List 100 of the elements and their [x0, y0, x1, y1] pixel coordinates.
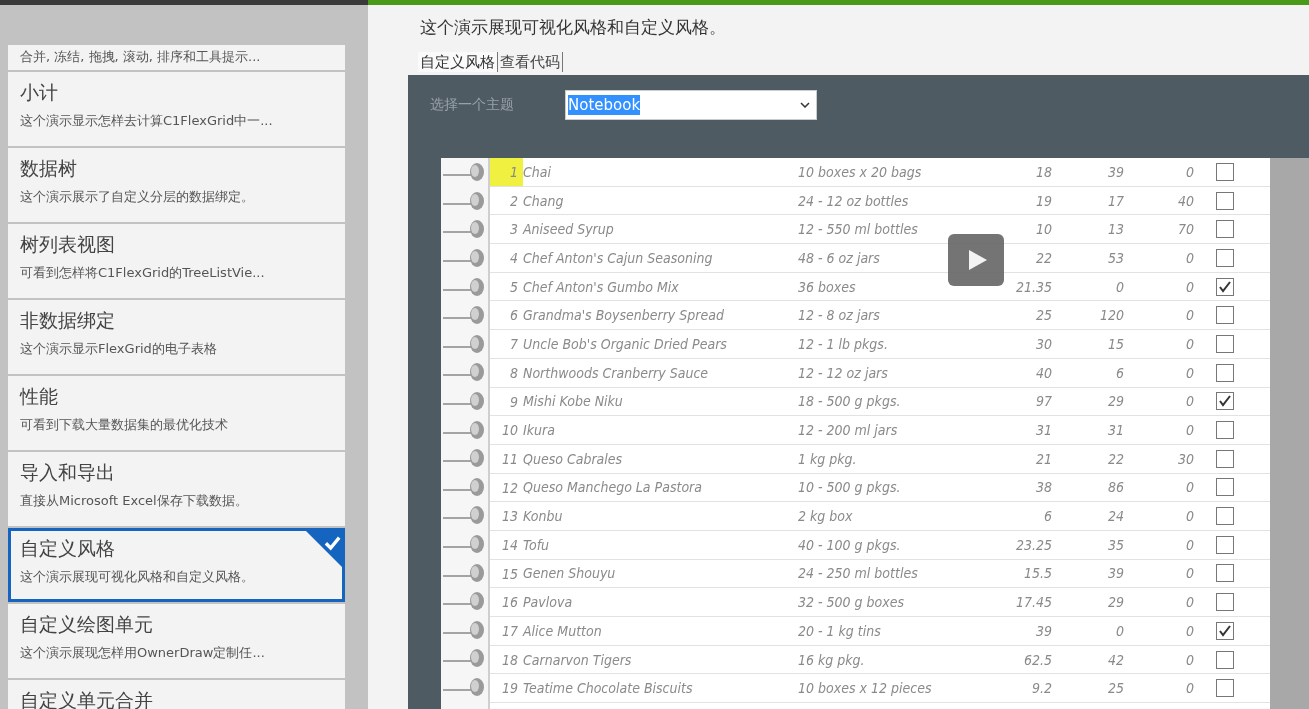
tab[interactable]: 查看代码 [498, 51, 563, 72]
table-cell: 12 - 1 lb pkgs. [798, 335, 888, 352]
checkbox[interactable] [1216, 679, 1234, 698]
row-number: 19 [500, 679, 519, 699]
checkbox[interactable] [1216, 478, 1234, 497]
sidebar-item[interactable]: 树列表视图 可看到怎样将C1FlexGrid的TreeListVie... [8, 223, 345, 298]
table-cell-text: 0 [1115, 622, 1124, 639]
table-cell-text: 97 [1034, 393, 1052, 410]
table-cell-text: 39 [1106, 565, 1124, 582]
checkbox[interactable] [1216, 449, 1234, 468]
table-cell-text: 30 [1034, 335, 1052, 352]
table-cell-text: Alice Mutton [523, 622, 603, 639]
checkmark-icon [305, 529, 343, 568]
table-cell-text: 0 [1185, 508, 1194, 525]
checkbox[interactable] [1216, 162, 1234, 181]
checkbox[interactable] [1216, 363, 1234, 382]
table-cell-text: 0 [1185, 278, 1194, 295]
checkbox[interactable] [1216, 535, 1234, 554]
row-number: 4 [509, 249, 519, 269]
table-cell-text: 24 [1106, 508, 1124, 525]
sidebar-item[interactable]: 导入和导出 直接从Microsoft Excel保存下载数据。 [8, 451, 345, 526]
checkbox[interactable] [1216, 306, 1234, 325]
checkbox[interactable] [1216, 191, 1234, 210]
row-number: 12 [500, 478, 519, 498]
table-cell-text: 6 [1043, 508, 1052, 525]
row-number: 7 [509, 335, 519, 355]
table-cell-text: 70 [1176, 221, 1194, 238]
table-cell-text: 0 [1185, 422, 1194, 439]
table-cell: 16 kg pkg. [798, 651, 865, 668]
play-button[interactable] [948, 234, 1004, 286]
table-cell-text: 15 [1106, 335, 1124, 352]
sidebar-item[interactable]: 性能 可看到下载大量数据集的最优化技术 [8, 375, 345, 450]
table-cell: 48 - 6 oz jars [798, 249, 880, 266]
table-cell-text: Chai [523, 163, 552, 180]
checkbox[interactable] [1216, 248, 1234, 267]
item-description: 这个演示展示了自定义分层的数据绑定。 [20, 187, 255, 206]
sidebar-item[interactable]: 非数据绑定 这个演示显示FlexGrid的电子表格 [8, 299, 345, 374]
table-cell-text: Teatime Chocolate Biscuits [523, 680, 694, 697]
table-cell-text: 0 [1115, 278, 1124, 295]
table-cell-text: 21 [1034, 450, 1052, 467]
checkbox[interactable] [1216, 334, 1234, 353]
checkbox[interactable] [1216, 621, 1234, 640]
table-cell: 36 boxes [798, 278, 856, 295]
sidebar-item[interactable]: 合并, 冻结, 拖拽, 滚动, 排序和工具提示... [8, 44, 345, 70]
table-cell-text: Pavlova [523, 594, 574, 611]
table-cell: 12 - 8 oz jars [798, 307, 880, 324]
table-cell-text: 29 [1106, 594, 1124, 611]
table-cell-text: 0 [1185, 479, 1194, 496]
item-description: 这个演示展现怎样用OwnerDraw定制任... [20, 643, 266, 662]
table-cell-text: Aniseed Syrup [523, 221, 615, 238]
table-cell-text: 25 [1034, 307, 1052, 324]
row-number: 8 [509, 363, 519, 383]
table-cell-text: 0 [1185, 364, 1194, 381]
table-cell-text: 19 [1034, 192, 1052, 209]
table-cell: 10 - 500 g pkgs. [798, 479, 901, 496]
item-title: 非数据绑定 [20, 307, 115, 333]
sidebar-item[interactable]: 小计 这个演示显示怎样去计算C1FlexGrid中一... [8, 71, 345, 146]
sidebar-item[interactable]: 数据树 这个演示展示了自定义分层的数据绑定。 [8, 147, 345, 222]
row-number: 13 [500, 507, 519, 527]
checkbox[interactable] [1216, 392, 1234, 411]
table-cell-text: 10 [1034, 221, 1052, 238]
table-cell-text: Chef Anton's Cajun Seasoning [523, 249, 714, 266]
row-number: 5 [509, 277, 519, 297]
table-cell-text: 15.5 [1022, 565, 1052, 582]
table-cell-text: 0 [1185, 622, 1194, 639]
table-cell-text: 35 [1106, 536, 1124, 553]
table-cell-text: 23.25 [1014, 536, 1052, 553]
table-cell: 12 - 550 ml bottles [798, 221, 918, 238]
checkbox[interactable] [1216, 593, 1234, 612]
row-number: 18 [500, 650, 519, 670]
table-cell-text: 21.35 [1014, 278, 1052, 295]
table-cell: 2 kg box [798, 508, 853, 525]
row-number: 15 [500, 564, 519, 584]
checkbox[interactable] [1216, 220, 1234, 239]
table-cell-text: 17 [1106, 192, 1124, 209]
table-cell-text: 0 [1185, 536, 1194, 553]
row-number: 2 [509, 191, 519, 211]
item-title: 自定义风格 [20, 535, 115, 561]
item-description: 这个演示显示FlexGrid的电子表格 [20, 339, 218, 358]
table-cell-text: 18 [1034, 163, 1052, 180]
checkbox[interactable] [1216, 650, 1234, 669]
row-number: 11 [500, 449, 519, 469]
table-cell: 12 - 12 oz jars [798, 364, 888, 381]
sidebar-item[interactable]: 自定义单元合并 [8, 679, 345, 709]
tab[interactable]: 自定义风格 [418, 51, 498, 72]
row-number: 9 [509, 392, 519, 412]
sidebar-item[interactable]: 自定义绘图单元 这个演示展现怎样用OwnerDraw定制任... [8, 603, 345, 678]
checkbox[interactable] [1216, 564, 1234, 583]
table-cell-text: 53 [1106, 249, 1124, 266]
checkbox[interactable] [1216, 277, 1234, 296]
table-cell-text: Queso Manchego La Pastora [523, 479, 703, 496]
sidebar-item[interactable]: 自定义风格 这个演示展现可视化风格和自定义风格。 [8, 527, 345, 602]
item-title: 小计 [20, 79, 58, 105]
checkbox[interactable] [1216, 421, 1234, 440]
item-description: 合并, 冻结, 拖拽, 滚动, 排序和工具提示... [20, 47, 261, 66]
row-number: 14 [500, 535, 519, 555]
table-cell-text: 0 [1185, 335, 1194, 352]
table-cell-text: 86 [1106, 479, 1124, 496]
checkbox[interactable] [1216, 507, 1234, 526]
table-cell-text: 120 [1098, 307, 1124, 324]
